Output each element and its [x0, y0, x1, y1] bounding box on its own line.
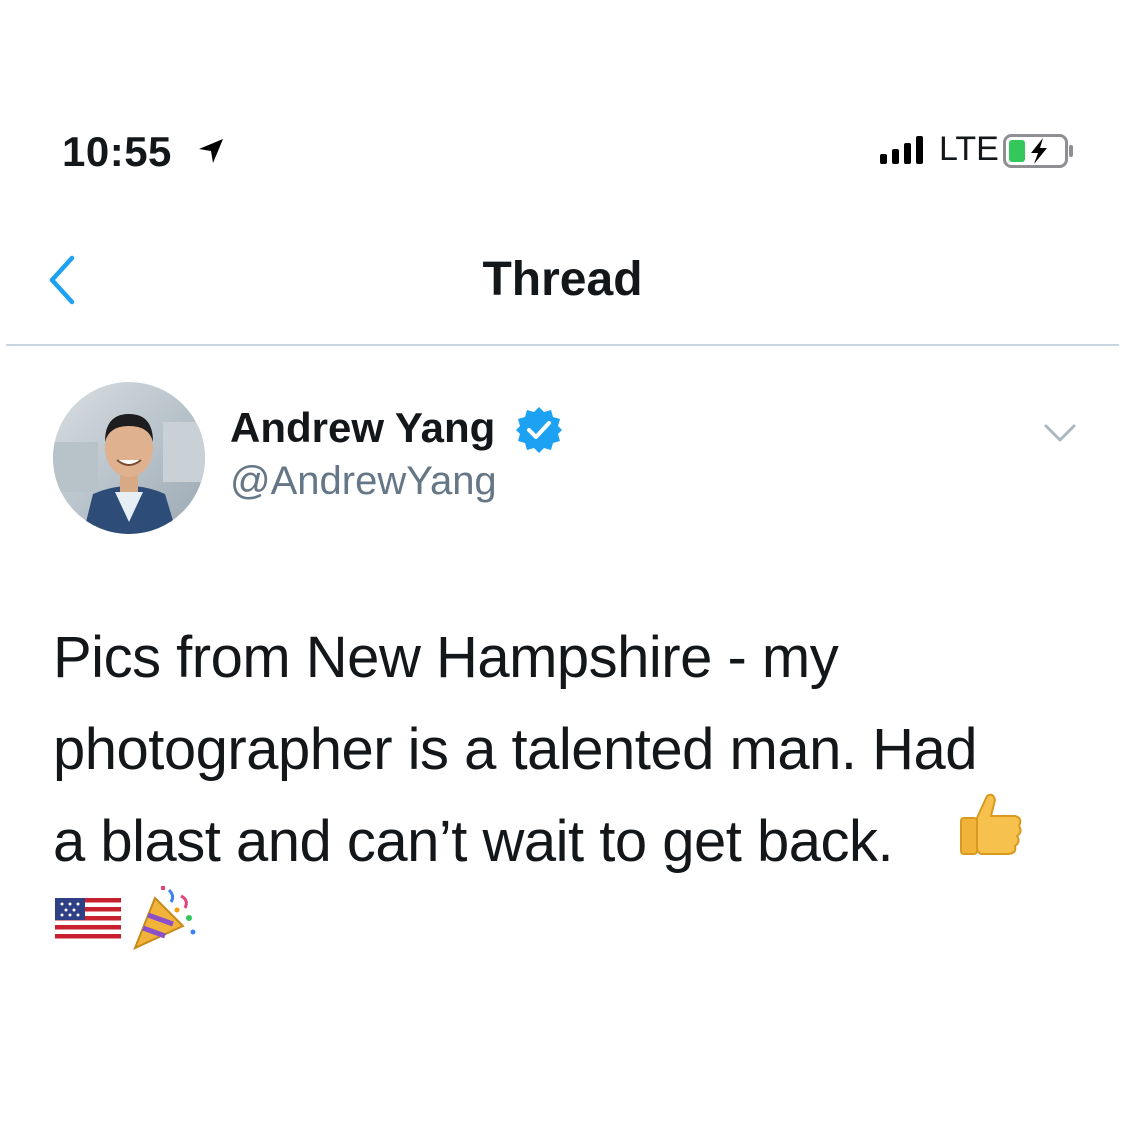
page-title: Thread	[482, 253, 643, 306]
status-time: 10:55	[62, 128, 172, 175]
party-popper-emoji-icon	[133, 886, 196, 950]
signal-bars-icon	[880, 134, 923, 164]
thumbs-up-emoji-icon	[960, 793, 1022, 855]
chevron-down-icon[interactable]	[1040, 418, 1080, 448]
tweet-line: a blast and can’t wait to get back.	[53, 809, 894, 874]
verified-badge-icon	[516, 407, 562, 453]
location-arrow-icon	[199, 139, 223, 163]
network-type: LTE	[939, 130, 999, 168]
tweet-line: photographer is a talented man. Had	[53, 717, 978, 782]
author-handle[interactable]: @AndrewYang	[230, 459, 497, 504]
author-name[interactable]: Andrew Yang	[230, 404, 495, 452]
avatar[interactable]	[53, 382, 205, 534]
emoji-row	[53, 882, 199, 952]
header-divider	[6, 344, 1119, 346]
battery-charging-icon	[1003, 134, 1073, 168]
tweet-line: Pics from New Hampshire - my	[53, 625, 839, 690]
tweet-text: Pics from New Hampshire - my photographe…	[53, 612, 1063, 888]
us-flag-emoji-icon	[55, 898, 121, 940]
